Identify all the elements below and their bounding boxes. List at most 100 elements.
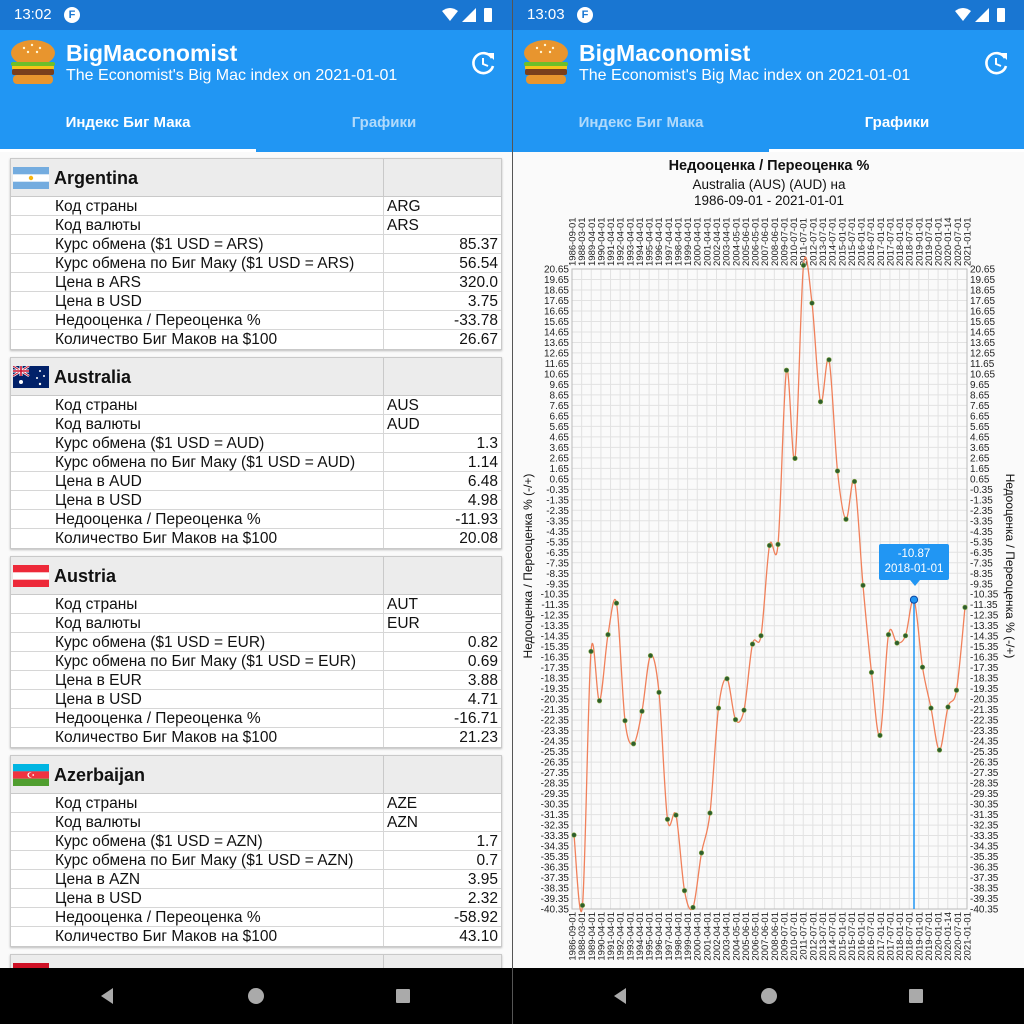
data-point bbox=[817, 399, 824, 405]
y-tick-label-right: -11.35 bbox=[970, 600, 998, 611]
status-bar: 13:03 F bbox=[513, 0, 1024, 30]
tab-bigmac-index[interactable]: Индекс Биг Мака bbox=[513, 96, 769, 152]
row-label: Недооценка / Переоценка % bbox=[55, 511, 261, 528]
country-card-argentina: Argentina Код страны ARG Код валюты ARS Ку… bbox=[10, 158, 502, 350]
y-tick-label-right: -36.35 bbox=[970, 863, 999, 874]
y-tick-label-left: 15.65 bbox=[544, 317, 569, 328]
row-label: Цена в USD bbox=[55, 691, 142, 708]
row-label: Код валюты bbox=[55, 615, 141, 632]
data-point bbox=[724, 676, 730, 682]
nav-back-icon[interactable] bbox=[98, 987, 116, 1005]
y-tick-label-right: -18.35 bbox=[970, 674, 999, 685]
y-tick-label-left: -9.35 bbox=[546, 579, 569, 590]
y-tick-label-right: -9.35 bbox=[970, 579, 993, 590]
row-label: Курс обмена по Биг Маку ($1 USD = ARS) bbox=[55, 255, 355, 272]
y-tick-label-right: -32.35 bbox=[970, 821, 999, 832]
table-row: Курс обмена ($1 USD = AZN) 1.7 bbox=[11, 832, 501, 851]
app-subtitle: The Economist's Big Mac index on 2021-01… bbox=[579, 67, 911, 84]
y-tick-label-right: -38.35 bbox=[970, 884, 999, 895]
y-tick-label-left: -19.35 bbox=[541, 684, 570, 695]
row-value: ARS bbox=[387, 217, 419, 234]
nav-back-icon[interactable] bbox=[611, 987, 629, 1005]
y-tick-label-left: -11.35 bbox=[541, 600, 569, 611]
y-tick-label-left: -0.35 bbox=[546, 485, 569, 496]
y-tick-label-left: -4.35 bbox=[546, 527, 569, 538]
nav-home-icon[interactable] bbox=[760, 987, 778, 1005]
tab-bigmac-index[interactable]: Индекс Биг Мака bbox=[0, 96, 256, 152]
notification-badge-icon: F bbox=[64, 7, 80, 23]
y-tick-label-right: 15.65 bbox=[970, 317, 995, 328]
y-tick-label-left: -33.35 bbox=[541, 831, 570, 842]
data-point bbox=[588, 648, 594, 655]
data-point bbox=[868, 669, 875, 676]
data-point bbox=[936, 747, 943, 753]
y-tick-label-left: 20.65 bbox=[544, 265, 569, 276]
y-tick-label-right: -22.35 bbox=[970, 716, 999, 727]
data-point bbox=[681, 888, 688, 894]
data-point bbox=[792, 455, 798, 461]
nav-recents-icon[interactable] bbox=[395, 988, 411, 1004]
refresh-icon[interactable] bbox=[470, 49, 498, 77]
y-tick-label-left: -14.35 bbox=[541, 632, 570, 643]
y-tick-label-left: -8.35 bbox=[546, 569, 569, 580]
y-tick-label-right: 13.65 bbox=[970, 338, 995, 349]
nav-home-icon[interactable] bbox=[247, 987, 265, 1005]
y-tick-label-left: -22.35 bbox=[541, 716, 570, 727]
y-tick-label-left: -5.35 bbox=[546, 537, 569, 548]
row-label: Цена в USD bbox=[55, 293, 142, 310]
refresh-icon[interactable] bbox=[983, 49, 1011, 77]
country-name: Argentina bbox=[54, 168, 139, 188]
table-row: Цена в USD 3.75 bbox=[11, 292, 501, 311]
row-label: Цена в USD bbox=[55, 890, 142, 907]
tab-charts[interactable]: Графики bbox=[769, 96, 1024, 152]
table-row: Код валюты ARS bbox=[11, 216, 501, 235]
system-nav-bar bbox=[513, 968, 1024, 1024]
y-tick-label-left: -26.35 bbox=[541, 758, 570, 769]
tab-bar: Индекс Биг Мака Графики bbox=[0, 96, 512, 152]
left-screen: 13:02 F BigMaconomist The Economist's Bi… bbox=[0, 0, 512, 1024]
table-row: Цена в USD 2.32 bbox=[11, 889, 501, 908]
country-list[interactable]: Argentina Код страны ARG Код валюты ARS Ку… bbox=[0, 152, 512, 968]
chart-panel[interactable]: Недооценка / Переоценка % Australia (AUS… bbox=[513, 152, 1024, 968]
y-tick-label-left: -16.35 bbox=[541, 653, 570, 664]
row-label: Курс обмена по Биг Маку ($1 USD = AUD) bbox=[55, 454, 356, 471]
table-row: Курс обмена ($1 USD = AUD) 1.3 bbox=[11, 434, 501, 453]
y-tick-label-right: -27.35 bbox=[970, 768, 999, 779]
y-tick-label-left: -15.35 bbox=[541, 642, 570, 653]
card-header: Australia bbox=[11, 358, 501, 396]
y-tick-label-right: -34.35 bbox=[970, 842, 999, 853]
row-value: 1.3 bbox=[476, 435, 498, 452]
row-label: Количество Биг Маков на $100 bbox=[55, 928, 278, 945]
y-tick-label-right: 16.65 bbox=[970, 306, 995, 317]
row-value: AUD bbox=[387, 416, 420, 433]
y-tick-label-left: 4.65 bbox=[550, 432, 570, 443]
row-label: Цена в EUR bbox=[55, 672, 142, 689]
table-row: Курс обмена ($1 USD = ARS) 85.37 bbox=[11, 235, 501, 254]
app-bar: BigMaconomist The Economist's Big Mac in… bbox=[513, 30, 1024, 96]
data-point bbox=[919, 664, 926, 670]
y-tick-label-right: 8.65 bbox=[970, 390, 990, 401]
y-tick-label-right: 9.65 bbox=[970, 380, 990, 391]
table-row: Код страны AZE bbox=[11, 794, 501, 813]
country-name: Austria bbox=[54, 566, 117, 586]
y-tick-label-left: 6.65 bbox=[550, 411, 570, 422]
y-tick-label-left: -25.35 bbox=[541, 747, 570, 758]
row-label: Курс обмена по Биг Маку ($1 USD = AZN) bbox=[55, 852, 354, 869]
y-tick-label-right: 17.65 bbox=[970, 296, 995, 307]
azerbaijan-flag-icon bbox=[13, 764, 49, 786]
nav-recents-icon[interactable] bbox=[908, 988, 924, 1004]
y-tick-label-right: -26.35 bbox=[970, 758, 999, 769]
tab-charts[interactable]: Графики bbox=[256, 96, 512, 152]
row-value: 21.23 bbox=[459, 729, 498, 746]
data-point bbox=[732, 717, 739, 723]
data-point bbox=[571, 832, 577, 838]
series-line bbox=[573, 256, 966, 913]
row-value: -33.78 bbox=[454, 312, 498, 329]
data-point bbox=[885, 632, 892, 638]
data-point bbox=[622, 718, 628, 724]
row-label: Недооценка / Переоценка % bbox=[55, 710, 261, 727]
data-point bbox=[851, 478, 858, 485]
data-point bbox=[749, 641, 756, 647]
y-tick-label-right: -1.35 bbox=[970, 495, 993, 506]
table-row: Количество Биг Маков на $100 43.10 bbox=[11, 927, 501, 946]
